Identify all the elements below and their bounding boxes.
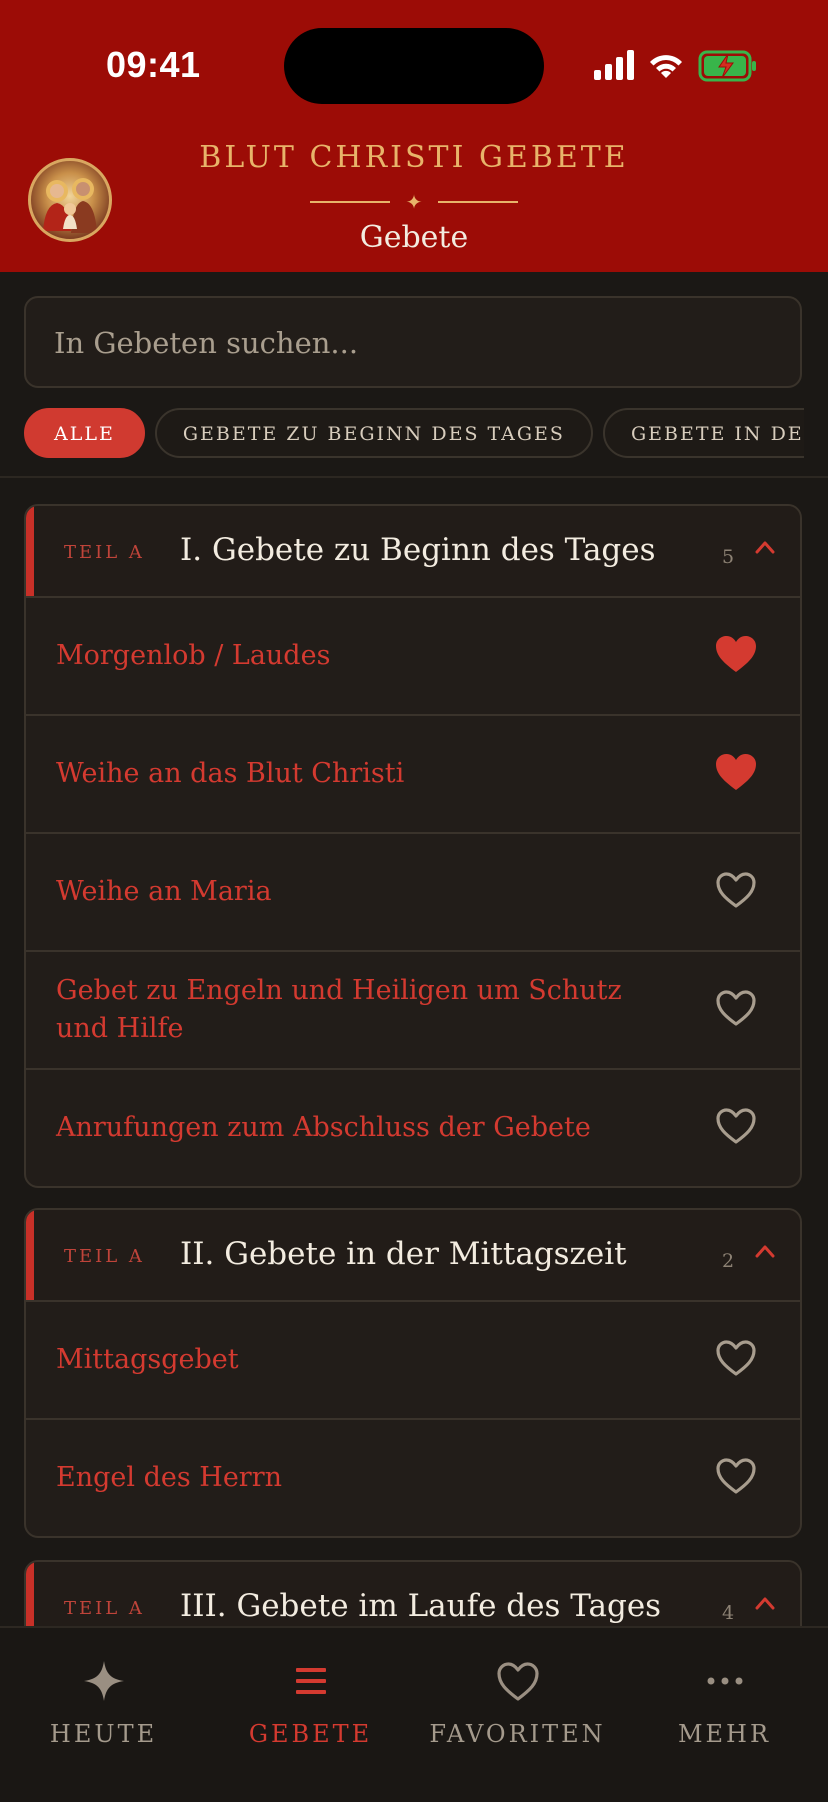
nav-tab-heute[interactable]: HEUTE	[0, 1628, 207, 1802]
chevron-up-icon[interactable]	[750, 532, 780, 562]
search-input[interactable]	[52, 316, 756, 370]
nav-tab-gebete[interactable]: GEBETE	[207, 1628, 414, 1802]
prayer-title: Anrufungen zum Abschluss der Gebete	[56, 1112, 591, 1143]
heart-outline-icon[interactable]	[714, 1456, 758, 1496]
section-count: 5	[722, 546, 735, 568]
prayer-title: Mittagsgebet	[56, 1344, 239, 1375]
status-icons	[594, 50, 756, 82]
nav-label: GEBETE	[248, 1720, 373, 1748]
list-item[interactable]: Weihe an das Blut Christi	[26, 716, 800, 834]
divider-line	[0, 476, 828, 478]
heart-filled-icon[interactable]	[714, 634, 758, 674]
section-header[interactable]: TEIL A I. Gebete zu Beginn des Tages 5	[26, 506, 800, 598]
sparkle-icon	[84, 1661, 124, 1701]
prayer-title: Morgenlob / Laudes	[56, 640, 331, 671]
ornament-divider: ✦	[310, 190, 518, 214]
app-header: 09:41 BLUT CHRISTI GEBETE ✦ Gebete	[0, 0, 828, 272]
app-title: BLUT CHRISTI GEBETE	[199, 140, 629, 175]
nav-label: HEUTE	[49, 1720, 158, 1748]
section-part-label: TEIL A	[64, 1598, 145, 1619]
nav-label: MEHR	[677, 1720, 772, 1748]
filter-chips: ALLE GEBETE ZU BEGINN DES TAGES GEBETE IN …	[24, 408, 804, 462]
prayer-title: Gebet zu Engeln und Heiligen um Schutz u…	[56, 975, 622, 1044]
heart-outline-icon[interactable]	[714, 1106, 758, 1146]
section-count: 4	[722, 1602, 735, 1624]
filter-chip-alle[interactable]: ALLE	[24, 408, 145, 458]
section-part-label: TEIL A	[64, 542, 145, 563]
filter-chip-beginn-des-tages[interactable]: GEBETE ZU BEGINN DES TAGES	[154, 408, 593, 458]
list-icon	[296, 1668, 326, 1694]
prayer-title: Engel des Herrn	[56, 1462, 283, 1493]
nav-tab-mehr[interactable]: MEHR	[621, 1628, 828, 1802]
heart-filled-icon[interactable]	[714, 752, 758, 792]
heart-outline-icon[interactable]	[714, 1338, 758, 1378]
section-count: 2	[722, 1250, 735, 1272]
section-title: II. Gebete in der Mittagszeit	[180, 1236, 627, 1272]
section-header[interactable]: TEIL A II. Gebete in der Mittagszeit 2	[26, 1210, 800, 1302]
wifi-icon	[650, 55, 682, 78]
status-time: 09:41	[106, 44, 201, 85]
heart-outline-icon[interactable]	[714, 988, 758, 1028]
filter-chip-mittagszeit[interactable]: GEBETE IN DER MITTAGSZEIT	[602, 408, 804, 458]
section-accent-bar	[26, 506, 34, 596]
section-title: I. Gebete zu Beginn des Tages	[180, 532, 656, 568]
section-part-label: TEIL A	[64, 1246, 145, 1267]
list-item[interactable]: Mittagsgebet	[26, 1302, 800, 1420]
list-item[interactable]: Gebet zu Engeln und Heiligen um Schutz u…	[26, 952, 800, 1070]
list-item[interactable]: Weihe an Maria	[26, 834, 800, 952]
list-item[interactable]: Anrufungen zum Abschluss der Gebete	[26, 1070, 800, 1186]
star-ornament-icon: ✦	[405, 190, 423, 214]
dynamic-island	[284, 28, 544, 104]
chevron-up-icon[interactable]	[750, 1236, 780, 1266]
chevron-up-icon[interactable]	[750, 1588, 780, 1618]
section-card: TEIL A II. Gebete in der Mittagszeit 2 M…	[24, 1208, 802, 1538]
search-box[interactable]	[24, 296, 802, 388]
list-item[interactable]: Engel des Herrn	[26, 1420, 800, 1536]
page-title: Gebete	[359, 220, 469, 255]
nav-tab-favoriten[interactable]: FAVORITEN	[414, 1628, 621, 1802]
section-accent-bar	[26, 1210, 34, 1300]
battery-icon	[698, 50, 756, 82]
prayer-title: Weihe an Maria	[56, 876, 272, 907]
signal-icon	[594, 50, 634, 80]
section-card: TEIL A I. Gebete zu Beginn des Tages 5 M…	[24, 504, 802, 1188]
bottom-navigation: HEUTE GEBETE FAVORITEN MEHR	[0, 1626, 828, 1802]
more-dots-icon	[707, 1677, 743, 1685]
section-title: III. Gebete im Laufe des Tages	[180, 1588, 662, 1624]
list-item[interactable]: Morgenlob / Laudes	[26, 598, 800, 716]
heart-icon	[497, 1662, 539, 1701]
heart-outline-icon[interactable]	[714, 870, 758, 910]
nav-label: FAVORITEN	[429, 1720, 606, 1748]
prayer-title: Weihe an das Blut Christi	[56, 758, 405, 789]
